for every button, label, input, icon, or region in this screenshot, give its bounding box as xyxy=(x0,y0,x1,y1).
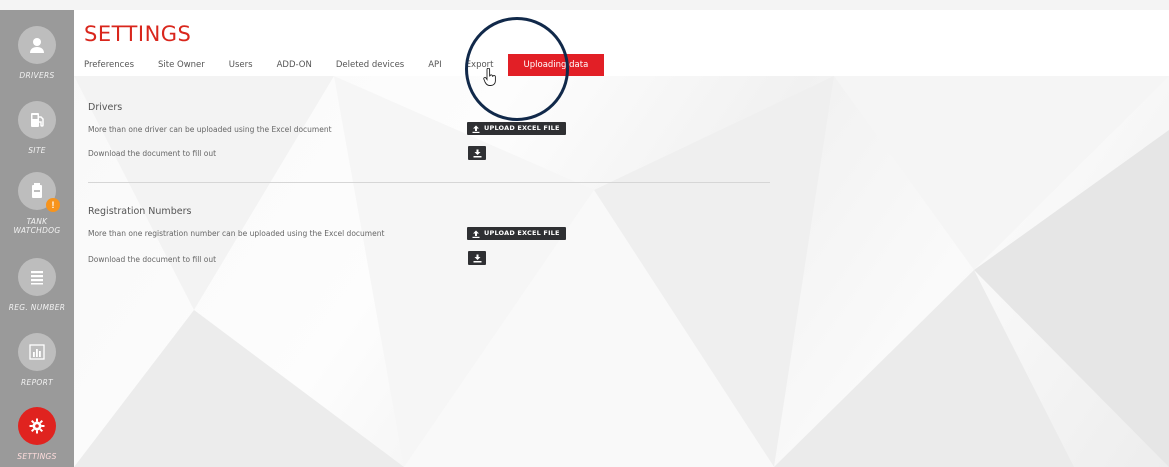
fuel-pump-icon xyxy=(18,100,56,139)
bar-chart-icon xyxy=(18,332,56,371)
drivers-upload-excel-button[interactable]: UPLOAD EXCEL FILE xyxy=(467,122,566,135)
sidebar-item-drivers[interactable]: DRIVERS xyxy=(0,26,74,101)
download-icon xyxy=(473,149,481,157)
sidebar-item-tank-watchdog[interactable]: ! TANK WATCHDOG xyxy=(0,172,74,258)
upload-button-label: UPLOAD EXCEL FILE xyxy=(484,229,560,237)
tab-add-on[interactable]: ADD-ON xyxy=(263,54,322,76)
settings-header: SETTINGS Preferences Site Owner Users AD… xyxy=(74,10,1169,76)
sidebar-item-label: SITE xyxy=(28,145,46,155)
tab-preferences[interactable]: Preferences xyxy=(74,54,144,76)
tab-users[interactable]: Users xyxy=(215,54,263,76)
drivers-upload-text: More than one driver can be uploaded usi… xyxy=(88,125,332,134)
registration-download-text: Download the document to fill out xyxy=(88,255,217,264)
registration-upload-excel-button[interactable]: UPLOAD EXCEL FILE xyxy=(467,227,566,240)
warning-badge-icon: ! xyxy=(46,198,60,213)
download-icon xyxy=(473,254,481,262)
upload-icon xyxy=(472,230,480,238)
main-content: SETTINGS Preferences Site Owner Users AD… xyxy=(74,10,1169,467)
window-top-strip xyxy=(0,0,1169,10)
registration-section-title: Registration Numbers xyxy=(88,206,192,217)
tab-export[interactable]: Export xyxy=(452,54,504,76)
background-polygons xyxy=(74,76,1169,467)
sidebar-item-reg-number[interactable]: REG. NUMBER xyxy=(0,257,74,333)
tab-site-owner[interactable]: Site Owner xyxy=(144,54,215,76)
sidebar-item-label: REG. NUMBER xyxy=(8,302,66,312)
section-divider xyxy=(88,182,770,183)
sidebar-item-report[interactable]: REPORT xyxy=(0,332,74,408)
sidebar-item-label: TANK WATCHDOG xyxy=(13,217,61,236)
settings-tabs: Preferences Site Owner Users ADD-ON Dele… xyxy=(74,54,605,76)
tab-uploading-data[interactable]: Uploading data xyxy=(507,54,605,76)
page-title: SETTINGS xyxy=(84,22,192,46)
user-icon xyxy=(18,26,56,64)
gear-icon xyxy=(18,407,56,446)
upload-button-label: UPLOAD EXCEL FILE xyxy=(484,124,560,132)
sidebar-item-label: DRIVERS xyxy=(19,71,55,80)
drivers-download-text: Download the document to fill out xyxy=(88,149,217,158)
sidebar: DRIVERS SITE ! TANK WATCHDOG REG. NUMBER… xyxy=(0,10,74,467)
sidebar-item-site[interactable]: SITE xyxy=(0,100,74,173)
tank-icon: ! xyxy=(18,172,60,213)
list-icon xyxy=(18,257,56,296)
drivers-section-title: Drivers xyxy=(88,102,123,113)
sidebar-item-label: SETTINGS xyxy=(17,452,57,462)
upload-icon xyxy=(472,125,480,133)
tab-deleted-devices[interactable]: Deleted devices xyxy=(322,54,414,76)
drivers-download-button[interactable] xyxy=(468,146,486,160)
registration-download-button[interactable] xyxy=(468,251,486,265)
sidebar-item-settings[interactable]: SETTINGS xyxy=(0,407,74,467)
sidebar-item-label: REPORT xyxy=(21,377,53,387)
tab-api[interactable]: API xyxy=(414,54,451,76)
registration-upload-text: More than one registration number can be… xyxy=(88,229,385,238)
